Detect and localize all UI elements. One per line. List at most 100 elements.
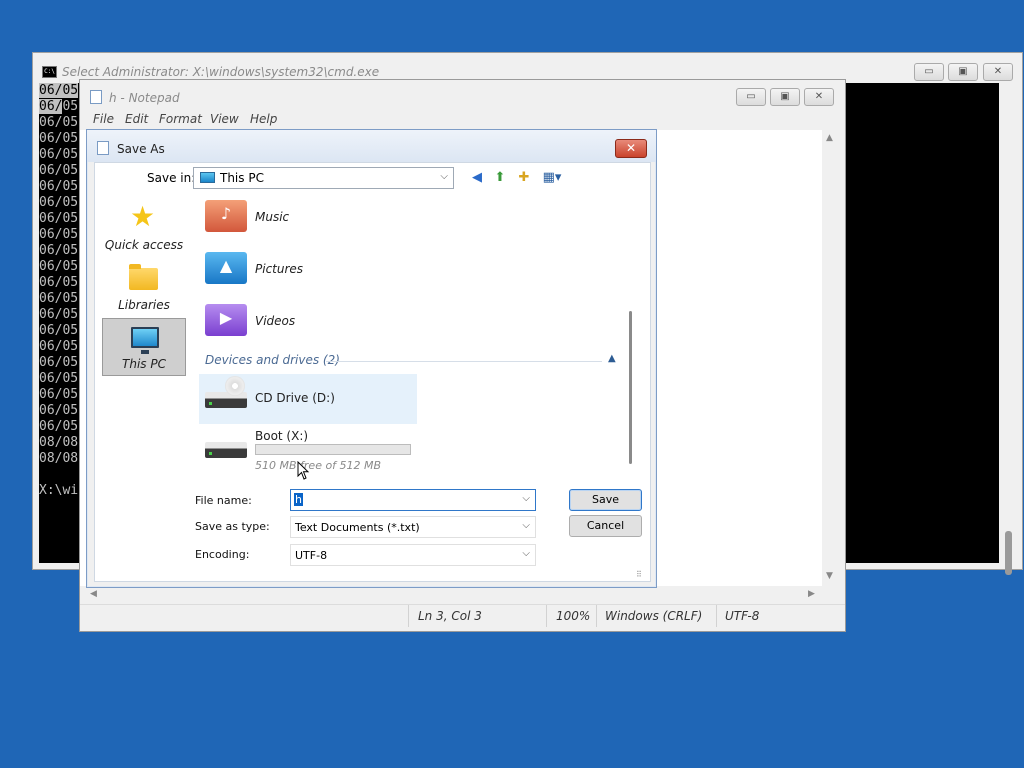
- status-separator: [408, 605, 409, 627]
- menu-edit[interactable]: Edit: [125, 112, 148, 126]
- drive-usage-bar: [255, 444, 411, 455]
- view-menu-icon[interactable]: ▦▾: [539, 169, 565, 187]
- save-as-type-label: Save as type:: [195, 520, 270, 533]
- cmd-app-icon: C:\: [42, 66, 57, 78]
- menu-format[interactable]: Format: [159, 112, 202, 126]
- place-label: This PC: [122, 357, 166, 371]
- item-name: Pictures: [255, 262, 304, 276]
- new-folder-icon[interactable]: ✚: [515, 169, 533, 187]
- drive-free-space: 510 MB free of 512 MB: [255, 459, 382, 472]
- scroll-up-icon[interactable]: ▲: [826, 133, 833, 143]
- notepad-titlebar[interactable]: h - Notepad ▭ ▣ ✕: [80, 80, 845, 110]
- folder-icon: [129, 264, 158, 290]
- menu-view[interactable]: View: [210, 112, 239, 126]
- dialog-close-button[interactable]: ✕: [615, 139, 647, 158]
- status-zoom: 100%: [556, 609, 591, 623]
- cmd-scrollbar[interactable]: [1000, 83, 1018, 575]
- notepad-minimize-button[interactable]: ▭: [736, 88, 766, 106]
- places-bar: ★ Quick access Libraries This PC: [95, 198, 195, 488]
- encoding-label: Encoding:: [195, 548, 250, 561]
- notepad-title: h - Notepad: [109, 91, 180, 105]
- scroll-left-icon[interactable]: ◀: [90, 589, 97, 599]
- encoding-dropdown[interactable]: UTF-8 ⌵: [290, 544, 536, 566]
- cmd-window-title: Select Administrator: X:\windows\system3…: [62, 65, 380, 79]
- file-name-label: File name:: [195, 494, 252, 507]
- save-as-dialog[interactable]: Save As ✕ Save in: This PC ⌵ ◀ ⬆ ✚ ▦▾ ★ …: [86, 129, 657, 588]
- save-in-dropdown[interactable]: This PC ⌵: [193, 167, 454, 189]
- cmd-minimize-button[interactable]: ▭: [914, 63, 944, 81]
- file-list[interactable]: ♪ Music ▲ Pictures ▶ Videos Devices and …: [195, 198, 627, 480]
- computer-icon: [131, 327, 159, 354]
- close-icon: ✕: [814, 91, 824, 102]
- scroll-down-icon[interactable]: ▼: [826, 571, 833, 581]
- close-icon: ✕: [625, 141, 637, 155]
- file-name-input[interactable]: h ⌵: [290, 489, 536, 511]
- menu-help[interactable]: Help: [250, 112, 277, 126]
- maximize-icon: ▣: [958, 66, 968, 77]
- cmd-maximize-button[interactable]: ▣: [948, 63, 978, 81]
- this-pc-icon: [200, 172, 215, 183]
- up-folder-icon[interactable]: ⬆: [491, 169, 509, 187]
- star-icon: ★: [130, 200, 156, 233]
- list-item-music[interactable]: ♪ Music: [203, 198, 533, 244]
- place-label: Quick access: [104, 238, 184, 252]
- hard-drive-icon: [205, 442, 247, 458]
- dialog-titlebar[interactable]: Save As ✕: [87, 130, 656, 162]
- chevron-down-icon: ⌵: [522, 520, 530, 531]
- chevron-down-icon: ⌵: [440, 171, 448, 182]
- place-quick-access[interactable]: ★ Quick access: [102, 198, 186, 256]
- cmd-close-button[interactable]: ✕: [983, 63, 1013, 81]
- minimize-icon: ▭: [924, 66, 934, 77]
- cd-drive-icon: [205, 392, 247, 408]
- encoding-value: UTF-8: [295, 549, 328, 562]
- notepad-maximize-button[interactable]: ▣: [770, 88, 800, 106]
- group-header-devices[interactable]: Devices and drives (2) ▲: [205, 353, 623, 369]
- notepad-horizontal-scrollbar[interactable]: ◀ ▶: [80, 586, 828, 603]
- cancel-button[interactable]: Cancel: [569, 515, 642, 537]
- save-in-value: This PC: [220, 171, 264, 185]
- file-list-scroll-thumb[interactable]: [629, 311, 632, 464]
- status-line-endings: Windows (CRLF): [605, 609, 703, 623]
- dialog-title: Save As: [117, 142, 165, 156]
- save-as-type-value: Text Documents (*.txt): [295, 521, 420, 534]
- menu-file[interactable]: File: [93, 112, 114, 126]
- resize-grip-icon[interactable]: ⠿: [636, 570, 642, 579]
- save-in-label: Save in:: [147, 171, 196, 185]
- item-name: Videos: [255, 314, 296, 328]
- close-icon: ✕: [993, 66, 1003, 77]
- item-name: Music: [255, 210, 290, 224]
- file-list-scrollbar[interactable]: [625, 198, 637, 480]
- cmd-scroll-thumb[interactable]: [1005, 531, 1012, 575]
- place-this-pc[interactable]: This PC: [102, 318, 186, 376]
- drive-name: Boot (X:): [255, 429, 309, 443]
- chevron-up-icon[interactable]: ▲: [608, 353, 616, 364]
- scroll-right-icon[interactable]: ▶: [808, 589, 815, 599]
- place-libraries[interactable]: Libraries: [102, 258, 186, 316]
- pictures-folder-icon: ▲: [205, 252, 247, 284]
- mouse-cursor-icon: [297, 461, 310, 480]
- maximize-icon: ▣: [780, 91, 790, 102]
- back-icon[interactable]: ◀: [468, 169, 486, 187]
- notepad-status-bar: Ln 3, Col 3 100% Windows (CRLF) UTF-8: [80, 604, 845, 627]
- chevron-down-icon[interactable]: ⌵: [522, 493, 530, 504]
- status-separator: [716, 605, 717, 627]
- dialog-app-icon: [97, 141, 109, 155]
- group-divider: [326, 361, 602, 362]
- list-item-pictures[interactable]: ▲ Pictures: [203, 250, 533, 296]
- minimize-icon: ▭: [746, 91, 756, 102]
- list-item-cd-drive[interactable]: CD Drive (D:): [199, 374, 417, 424]
- notepad-close-button[interactable]: ✕: [804, 88, 834, 106]
- list-item-videos[interactable]: ▶ Videos: [203, 302, 533, 348]
- save-as-type-dropdown[interactable]: Text Documents (*.txt) ⌵: [290, 516, 536, 538]
- notepad-vertical-scrollbar[interactable]: ▲ ▼: [822, 130, 840, 590]
- drive-name: CD Drive (D:): [255, 391, 335, 405]
- status-cursor-position: Ln 3, Col 3: [418, 609, 482, 623]
- disc-icon: [225, 376, 245, 396]
- group-header-label: Devices and drives (2): [205, 353, 340, 367]
- file-name-value: h: [294, 493, 303, 506]
- save-button[interactable]: Save: [569, 489, 642, 511]
- chevron-down-icon: ⌵: [522, 548, 530, 559]
- notepad-icon: [90, 90, 102, 104]
- status-separator: [546, 605, 547, 627]
- status-encoding: UTF-8: [725, 609, 760, 623]
